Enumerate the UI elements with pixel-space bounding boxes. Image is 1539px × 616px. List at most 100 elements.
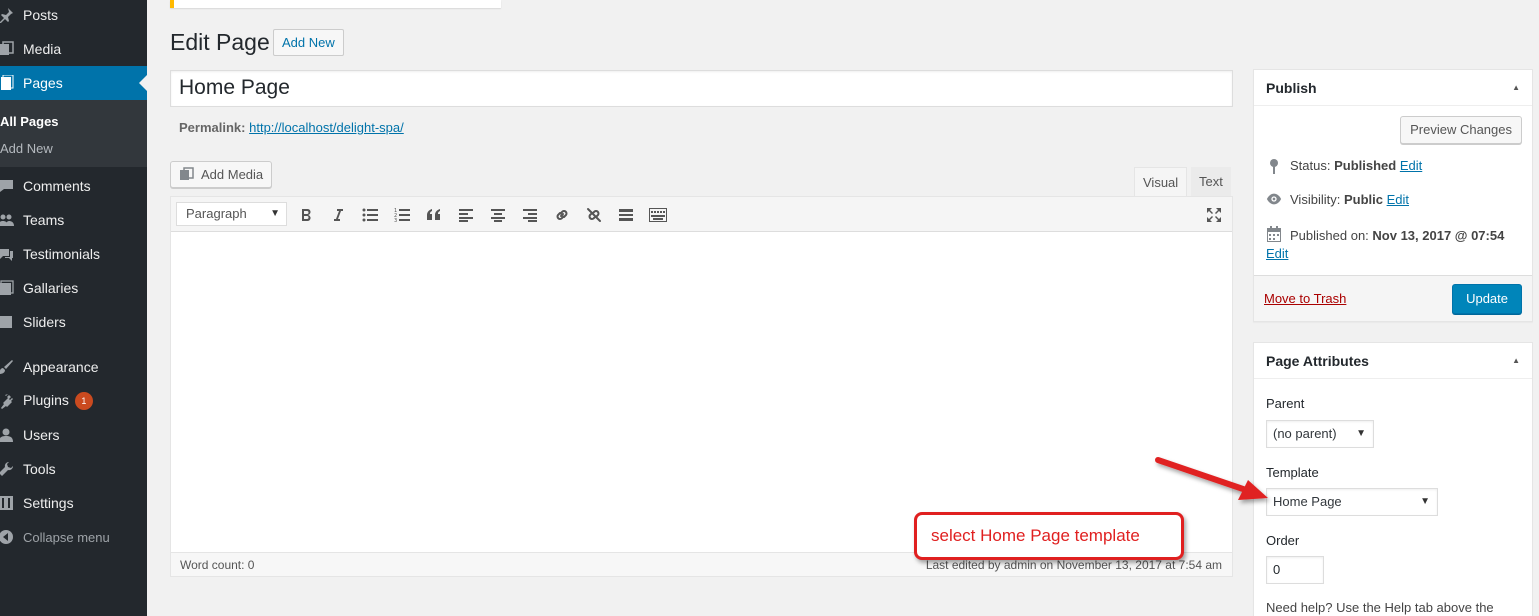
visibility-label: Visibility: (1290, 192, 1341, 207)
align-right-icon[interactable] (519, 204, 541, 226)
publish-box: Publish ▲ Preview Changes Status: Publis… (1253, 69, 1533, 322)
sidebar-item-label: Gallaries (23, 280, 79, 296)
collapse-arrow-icon[interactable]: ▲ (1512, 83, 1520, 92)
collapse-icon (0, 528, 15, 546)
sidebar-item-settings[interactable]: Settings (0, 486, 147, 520)
italic-icon[interactable] (327, 204, 349, 226)
tab-text[interactable]: Text (1191, 167, 1231, 196)
editor-body[interactable] (171, 232, 1232, 553)
sidebar-item-plugins[interactable]: Plugins 1 (0, 384, 147, 418)
move-to-trash-link[interactable]: Move to Trash (1264, 291, 1346, 306)
window-edge (1533, 0, 1539, 616)
link-icon[interactable] (551, 204, 573, 226)
status-label: Status: (1290, 158, 1331, 173)
chevron-down-icon: ▼ (1420, 496, 1430, 507)
word-count: Word count: 0 (180, 558, 255, 572)
testimonial-icon (0, 245, 15, 263)
settings-icon (0, 494, 15, 512)
unlink-icon[interactable] (583, 204, 605, 226)
permalink: Permalink: http://localhost/delight-spa/ (179, 120, 404, 135)
permalink-link[interactable]: http://localhost/delight-spa/ (249, 120, 404, 135)
published-on-row: Published on: Nov 13, 2017 @ 07:54 (1266, 226, 1522, 246)
format-select[interactable]: Paragraph ▼ (176, 202, 287, 226)
calendar-icon (1266, 226, 1282, 242)
tab-visual[interactable]: Visual (1134, 167, 1188, 196)
groups-icon (0, 211, 15, 229)
publish-box-title: Publish (1254, 70, 1532, 106)
sidebar-item-gallaries[interactable]: Gallaries (0, 271, 147, 305)
blockquote-icon[interactable] (423, 204, 445, 226)
annotation-callout: select Home Page template (914, 512, 1184, 560)
wrench-icon (0, 460, 15, 478)
read-more-icon[interactable] (615, 204, 637, 226)
template-select-value: Home Page (1273, 494, 1342, 509)
page-attributes-box: Page Attributes ▲ Parent (no parent) ▼ T… (1253, 342, 1533, 616)
status-value: Published (1334, 158, 1397, 173)
sidebar-item-sliders[interactable]: Sliders (0, 305, 147, 339)
toolbar-toggle-icon[interactable] (647, 204, 669, 226)
sidebar-item-users[interactable]: Users (0, 418, 147, 452)
add-media-button[interactable]: Add Media (170, 161, 272, 188)
numbered-list-icon[interactable]: 123 (391, 204, 413, 226)
sidebar-item-tools[interactable]: Tools (0, 452, 147, 486)
sidebar-item-media[interactable]: Media (0, 32, 147, 66)
align-center-icon[interactable] (487, 204, 509, 226)
admin-sidebar: Posts Media Pages All Pages Add New Comm… (0, 0, 147, 616)
editor-toolbar: Paragraph ▼ 123 (171, 197, 1232, 232)
published-value: Nov 13, 2017 @ 07:54 (1372, 228, 1505, 243)
sidebar-item-label: Testimonials (23, 246, 101, 262)
slider-icon (0, 313, 15, 331)
sidebar-item-label: Tools (23, 461, 56, 477)
format-select-value: Paragraph (186, 206, 247, 221)
update-count-badge: 1 (74, 392, 93, 410)
page-title: Edit Page (170, 29, 270, 55)
edit-visibility-link[interactable]: Edit (1387, 192, 1409, 207)
svg-text:3: 3 (394, 218, 397, 222)
eye-icon (1266, 192, 1282, 206)
fullscreen-icon[interactable] (1203, 204, 1225, 226)
sidebar-item-label: Collapse menu (23, 529, 110, 545)
sidebar-item-pages[interactable]: Pages (0, 66, 147, 100)
last-edited: Last edited by admin on November 13, 201… (925, 558, 1222, 572)
bullet-list-icon[interactable] (359, 204, 381, 226)
sidebar-item-posts[interactable]: Posts (0, 0, 147, 32)
sidebar-item-testimonials[interactable]: Testimonials (0, 237, 147, 271)
submenu-add-new[interactable]: Add New (0, 141, 53, 156)
sidebar-item-comments[interactable]: Comments (0, 169, 147, 203)
publish-actions: Move to Trash Update (1254, 275, 1532, 321)
update-button[interactable]: Update (1452, 284, 1522, 314)
sidebar-item-teams[interactable]: Teams (0, 203, 147, 237)
edit-date-link[interactable]: Edit (1266, 246, 1288, 261)
collapse-arrow-icon[interactable]: ▲ (1512, 356, 1520, 365)
visibility-value: Public (1343, 192, 1383, 207)
add-media-label: Add Media (201, 167, 264, 182)
chevron-down-icon: ▼ (270, 208, 280, 219)
sidebar-item-label: Users (23, 427, 60, 443)
sidebar-item-label: Settings (23, 495, 74, 511)
sidebar-item-appearance[interactable]: Appearance (0, 350, 147, 384)
submenu-all-pages[interactable]: All Pages (0, 114, 59, 129)
parent-select[interactable]: (no parent) ▼ (1266, 420, 1374, 448)
chevron-down-icon: ▼ (1356, 428, 1366, 439)
permalink-label: Permalink: (179, 120, 246, 135)
pages-submenu: All Pages Add New (0, 100, 147, 167)
preview-changes-button[interactable]: Preview Changes (1400, 116, 1522, 144)
collapse-menu-button[interactable]: Collapse menu (0, 520, 147, 554)
users-icon (0, 426, 15, 444)
template-select[interactable]: Home Page ▼ (1266, 488, 1438, 516)
status-row: Status: Published Edit (1266, 158, 1422, 174)
visibility-row: Visibility: Public Edit (1266, 192, 1409, 207)
bold-icon[interactable] (295, 204, 317, 226)
gallery-icon (0, 279, 15, 297)
order-input[interactable]: 0 (1266, 556, 1324, 584)
add-new-button[interactable]: Add New (273, 29, 344, 56)
plugin-icon (0, 392, 15, 410)
page-attributes-title: Page Attributes (1254, 343, 1532, 379)
align-left-icon[interactable] (455, 204, 477, 226)
sidebar-item-label: Plugins 1 (23, 392, 93, 410)
brush-icon (0, 358, 15, 376)
post-title-input[interactable]: Home Page (170, 70, 1233, 107)
sidebar-item-label: Comments (23, 178, 91, 194)
help-text: Need help? Use the Help tab above the (1266, 600, 1494, 615)
edit-status-link[interactable]: Edit (1400, 158, 1422, 173)
